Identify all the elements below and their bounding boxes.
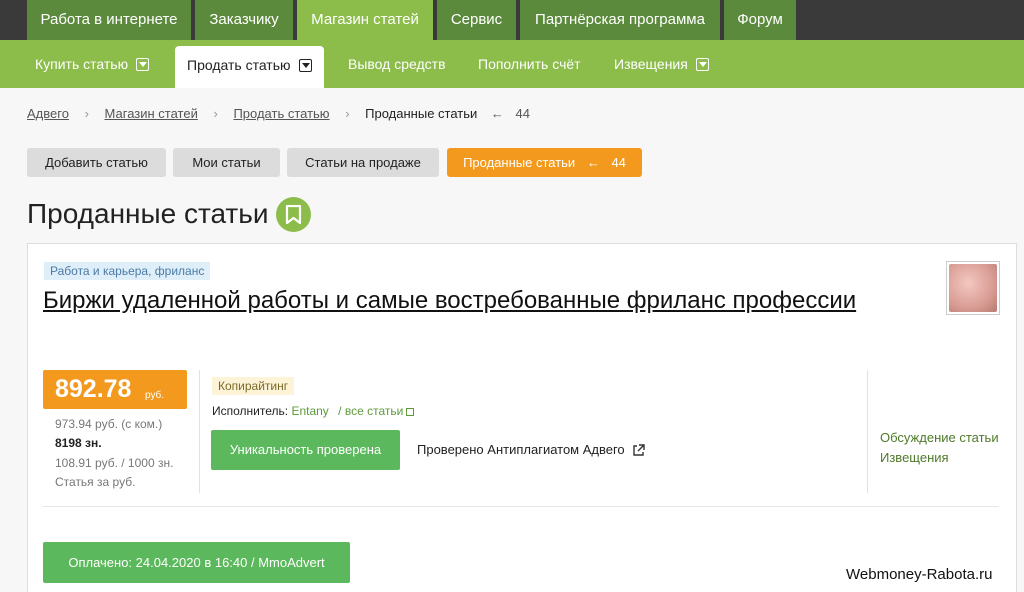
article-type-label: Статья за руб. xyxy=(55,475,136,489)
sub-nav-label: Извещения xyxy=(614,56,688,72)
antiplagiat-label: Проверено Антиплагиатом Адвего xyxy=(417,442,625,457)
articles-on-sale-button[interactable]: Статьи на продаже xyxy=(287,148,439,177)
top-nav-item-customer[interactable]: Заказчику xyxy=(195,0,293,40)
breadcrumb-current: Проданные статьи xyxy=(365,106,478,121)
dropdown-icon[interactable] xyxy=(136,57,150,71)
sub-nav-label: Продать статью xyxy=(187,57,291,73)
dropdown-icon[interactable] xyxy=(298,58,312,72)
add-article-button[interactable]: Добавить статью xyxy=(27,148,166,177)
breadcrumb-link-advego[interactable]: Адвего xyxy=(27,106,69,121)
notices-link[interactable]: Извещения xyxy=(880,450,949,465)
chevron-right-icon: › xyxy=(345,106,350,121)
sub-nav-label: Купить статью xyxy=(35,56,129,72)
avatar[interactable] xyxy=(946,261,1000,315)
dropdown-icon[interactable] xyxy=(695,57,709,71)
divider xyxy=(199,370,200,493)
divider xyxy=(43,506,999,507)
sub-nav-item-buy[interactable]: Купить статью xyxy=(35,40,150,88)
price-value: 892.78 xyxy=(55,375,132,403)
sub-nav-item-topup[interactable]: Пополнить счёт xyxy=(478,40,581,88)
top-nav-item-forum[interactable]: Форум xyxy=(724,0,796,40)
divider xyxy=(867,370,868,493)
sold-articles-label: Проданные статьи xyxy=(463,155,576,170)
paid-status-badge: Оплачено: 24.04.2020 в 16:40 / MmoAdvert xyxy=(43,542,350,583)
article-tag[interactable]: Работа и карьера, фриланс xyxy=(44,262,211,280)
performer-line: Исполнитель: Entany / все статьи xyxy=(212,404,415,418)
my-articles-button[interactable]: Мои статьи xyxy=(173,148,280,177)
price-per-thousand: 108.91 руб. / 1000 зн. xyxy=(55,456,174,470)
external-link-icon xyxy=(633,444,645,456)
page-title: Проданные статьи xyxy=(27,198,269,229)
slash-separator: / xyxy=(338,404,342,418)
breadcrumb-count: 44 xyxy=(515,106,530,121)
discussion-link[interactable]: Обсуждение статьи xyxy=(880,430,999,445)
sub-nav-item-notices[interactable]: Извещения xyxy=(614,40,709,88)
top-nav-item-service[interactable]: Сервис xyxy=(437,0,516,40)
watermark: Webmoney-Rabota.ru xyxy=(846,566,993,583)
sold-articles-count: 44 xyxy=(611,155,626,170)
top-nav: Работа в интернете Заказчику Магазин ста… xyxy=(0,0,1024,40)
category-badge: Копирайтинг xyxy=(212,377,295,395)
all-articles-link[interactable]: все статьи xyxy=(345,404,403,418)
sub-nav-item-withdraw[interactable]: Вывод средств xyxy=(348,40,446,88)
breadcrumb-link-shop[interactable]: Магазин статей xyxy=(105,106,198,121)
antiplagiat-link[interactable]: Проверено Антиплагиатом Адвего xyxy=(417,442,645,457)
top-nav-item-shop[interactable]: Магазин статей xyxy=(297,0,433,40)
sold-articles-button[interactable]: Проданные статьи ← 44 xyxy=(447,148,642,177)
external-link-icon xyxy=(406,407,415,416)
uniqueness-checked-button[interactable]: Уникальность проверена xyxy=(211,430,400,470)
performer-link[interactable]: Entany xyxy=(291,404,328,418)
arrow-left-icon: ← xyxy=(586,155,600,170)
chevron-right-icon: › xyxy=(213,106,218,121)
price-currency: руб. xyxy=(145,390,165,401)
price-with-commission: 973.94 руб. (с ком.) xyxy=(55,417,163,431)
avatar-image xyxy=(949,264,997,312)
sub-nav-item-sell[interactable]: Продать статью xyxy=(175,46,324,88)
bookmark-icon[interactable] xyxy=(276,197,311,232)
article-title[interactable]: Биржи удаленной работы и самые востребов… xyxy=(43,285,863,317)
breadcrumb: Адвего › Магазин статей › Продать статью… xyxy=(27,106,530,121)
price-badge: 892.78 руб. xyxy=(43,370,187,409)
top-nav-item-partner[interactable]: Партнёрская программа xyxy=(520,0,720,40)
performer-label: Исполнитель: xyxy=(212,404,289,418)
chevron-right-icon: › xyxy=(84,106,89,121)
top-nav-item-work[interactable]: Работа в интернете xyxy=(27,0,191,40)
char-count: 8198 зн. xyxy=(55,436,102,450)
breadcrumb-link-sell[interactable]: Продать статью xyxy=(233,106,329,121)
arrow-left-icon: ← xyxy=(490,106,504,121)
sub-nav: Купить статью Продать статью Вывод средс… xyxy=(0,40,1024,88)
